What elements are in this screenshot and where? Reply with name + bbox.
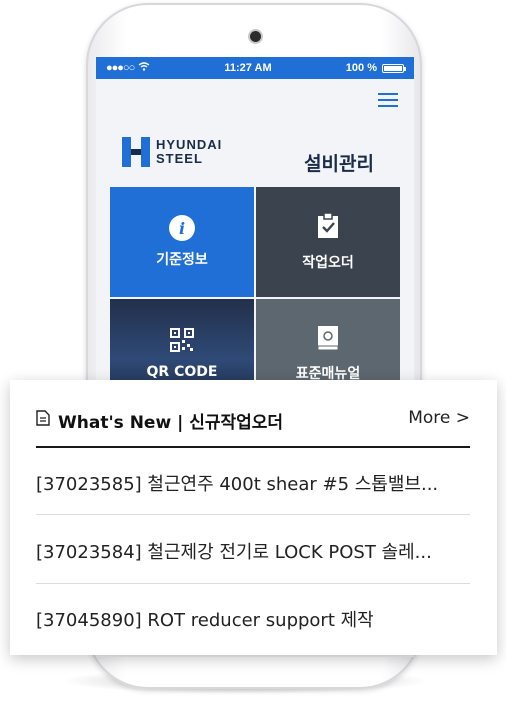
panel-header: What's New | 신규작업오더 More > [36, 408, 470, 448]
status-time: 11:27 AM [224, 62, 272, 74]
tile-work-order[interactable]: 작업오더 [256, 187, 400, 297]
battery-icon [381, 63, 406, 73]
tile-label: QR CODE [146, 364, 218, 380]
tile-label: 기준정보 [156, 252, 208, 268]
qr-code-icon [170, 328, 194, 356]
wifi-icon [138, 62, 150, 74]
manual-book-icon [316, 325, 340, 355]
hyundai-steel-logo: HYUNDAI STEEL [122, 137, 222, 167]
whats-new-panel: What's New | 신규작업오더 More > [37023585] 철근… [10, 380, 497, 655]
divider [36, 583, 470, 584]
news-item[interactable]: [37023584] 철근제강 전기로 LOCK POST 솔레... [36, 538, 476, 564]
news-item[interactable]: [37045890] ROT reducer support 제작 [36, 606, 476, 632]
divider [36, 514, 470, 515]
battery-percent: 100 % [345, 62, 377, 74]
page-title: 설비관리 [304, 153, 374, 175]
document-icon [36, 410, 50, 431]
hamburger-menu-icon[interactable] [378, 93, 398, 107]
tile-label: 작업오더 [302, 255, 354, 271]
menu-grid: i 기준정보 작업오더 QR CODE 표준매뉴얼 [110, 187, 402, 409]
more-link[interactable]: More > [408, 408, 470, 428]
info-icon: i [169, 215, 195, 241]
tile-basic-info[interactable]: i 기준정보 [110, 187, 254, 297]
brand-header: HYUNDAI STEEL 설비관리 [96, 123, 414, 187]
camera [250, 31, 261, 42]
logo-mark-icon [122, 137, 150, 167]
panel-title: What's New | 신규작업오더 [58, 413, 284, 433]
news-item[interactable]: [37023585] 철근연주 400t shear #5 스톱밸브... [36, 470, 476, 496]
status-bar: ●●●○○ 11:27 AM 100 % [96, 57, 414, 79]
top-nav [96, 79, 414, 123]
signal-dots: ●●●○○ [106, 62, 135, 74]
clipboard-check-icon [316, 212, 340, 244]
